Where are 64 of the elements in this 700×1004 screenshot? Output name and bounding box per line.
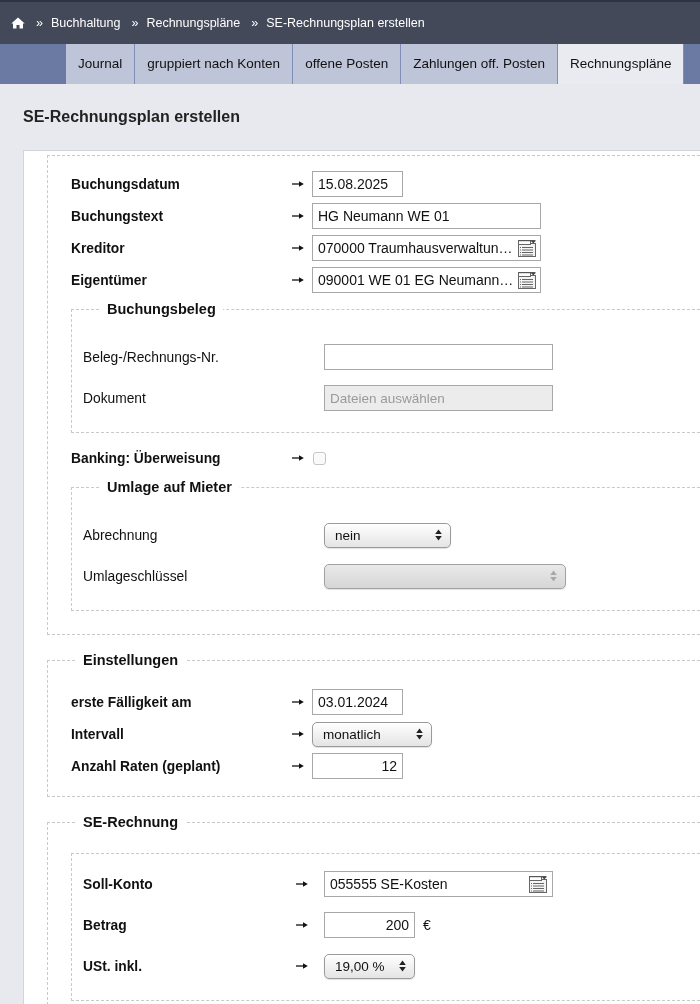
field-label: Buchungstext: [71, 208, 164, 224]
number-field[interactable]: 12: [312, 753, 403, 779]
tab[interactable]: offene Posten: [293, 44, 402, 84]
home-icon[interactable]: [11, 17, 25, 29]
updown-arrows-icon: [550, 570, 557, 582]
arrow-icon: [292, 762, 304, 770]
date-field[interactable]: 15.08.2025: [312, 171, 403, 197]
breadcrumb-separator: »: [131, 16, 139, 30]
lookup-field[interactable]: 090001 WE 01 EG Neumann…: [312, 267, 541, 293]
breadcrumb-link[interactable]: Buchhaltung: [50, 16, 121, 30]
arrow-icon: [296, 962, 308, 970]
lookup-field[interactable]: 055555 SE-Kosten: [324, 871, 553, 897]
number-field[interactable]: 200: [324, 912, 415, 938]
section-legend: Einstellungen: [76, 652, 186, 669]
dropdown[interactable]: nein: [324, 522, 451, 548]
arrow-icon: [296, 921, 308, 929]
field-label: Kreditor: [71, 240, 126, 256]
arrow-icon: [292, 276, 304, 284]
field-label: erste Fälligkeit am: [71, 694, 193, 710]
field-label: USt. inkl.: [83, 958, 144, 974]
arrow-icon: [292, 180, 304, 188]
list-icon[interactable]: [517, 271, 538, 289]
arrow-icon: [296, 880, 308, 888]
field-label: Buchungsdatum: [71, 176, 181, 192]
field-label: Umlageschlüssel: [83, 568, 189, 584]
updown-arrows-icon: [399, 960, 406, 972]
field-label: Betrag: [83, 917, 128, 933]
arrow-icon: [292, 244, 304, 252]
field-label: Beleg-/Rechnungs-Nr.: [83, 349, 220, 365]
breadcrumb-separator: »: [251, 16, 259, 30]
dropdown[interactable]: monatlich: [312, 721, 432, 747]
field-label: Intervall: [71, 726, 125, 742]
section-legend: SE-Rechnung: [76, 814, 186, 831]
tab[interactable]: gruppiert nach Konten: [135, 44, 294, 84]
text-field[interactable]: [324, 344, 553, 370]
unit-label: €: [423, 917, 431, 933]
breadcrumb-separator: »: [36, 16, 43, 30]
lookup-field[interactable]: 070000 Traumhausverwaltun…: [312, 235, 541, 261]
subsection-legend: Buchungsbeleg: [100, 301, 223, 318]
field-label: Banking: Überweisung: [71, 450, 222, 466]
breadcrumb-link[interactable]: SE-Rechnungsplan erstellen: [266, 16, 425, 30]
text-field[interactable]: HG Neumann WE 01: [312, 203, 541, 229]
arrow-icon: [292, 454, 304, 462]
page-title: SE-Rechnungsplan erstellen: [23, 108, 240, 126]
checkbox[interactable]: [313, 451, 326, 465]
updown-arrows-icon: [416, 728, 423, 740]
tab[interactable]: Zahlungen off. Posten: [401, 44, 559, 84]
field-label: Abrechnung: [83, 527, 159, 543]
list-icon[interactable]: [528, 875, 548, 893]
arrow-icon: [292, 212, 304, 220]
list-icon[interactable]: [516, 239, 537, 257]
dropdown[interactable]: 19,00 %: [324, 953, 415, 979]
tab[interactable]: Rechnungspläne: [558, 44, 685, 84]
tab[interactable]: Journal: [66, 44, 136, 84]
date-field[interactable]: 03.01.2024: [312, 689, 403, 715]
updown-arrows-icon: [435, 529, 442, 541]
field-label: Eigentümer: [71, 272, 148, 288]
arrow-icon: [292, 730, 304, 738]
field-label: Soll-Konto: [83, 876, 154, 892]
breadcrumb-link[interactable]: Rechnungspläne: [146, 16, 241, 30]
field-label: Anzahl Raten (geplant): [71, 758, 222, 774]
field-label: Dokument: [83, 390, 147, 406]
subsection-legend: Umlage auf Mieter: [100, 479, 239, 496]
arrow-icon: [292, 698, 304, 706]
